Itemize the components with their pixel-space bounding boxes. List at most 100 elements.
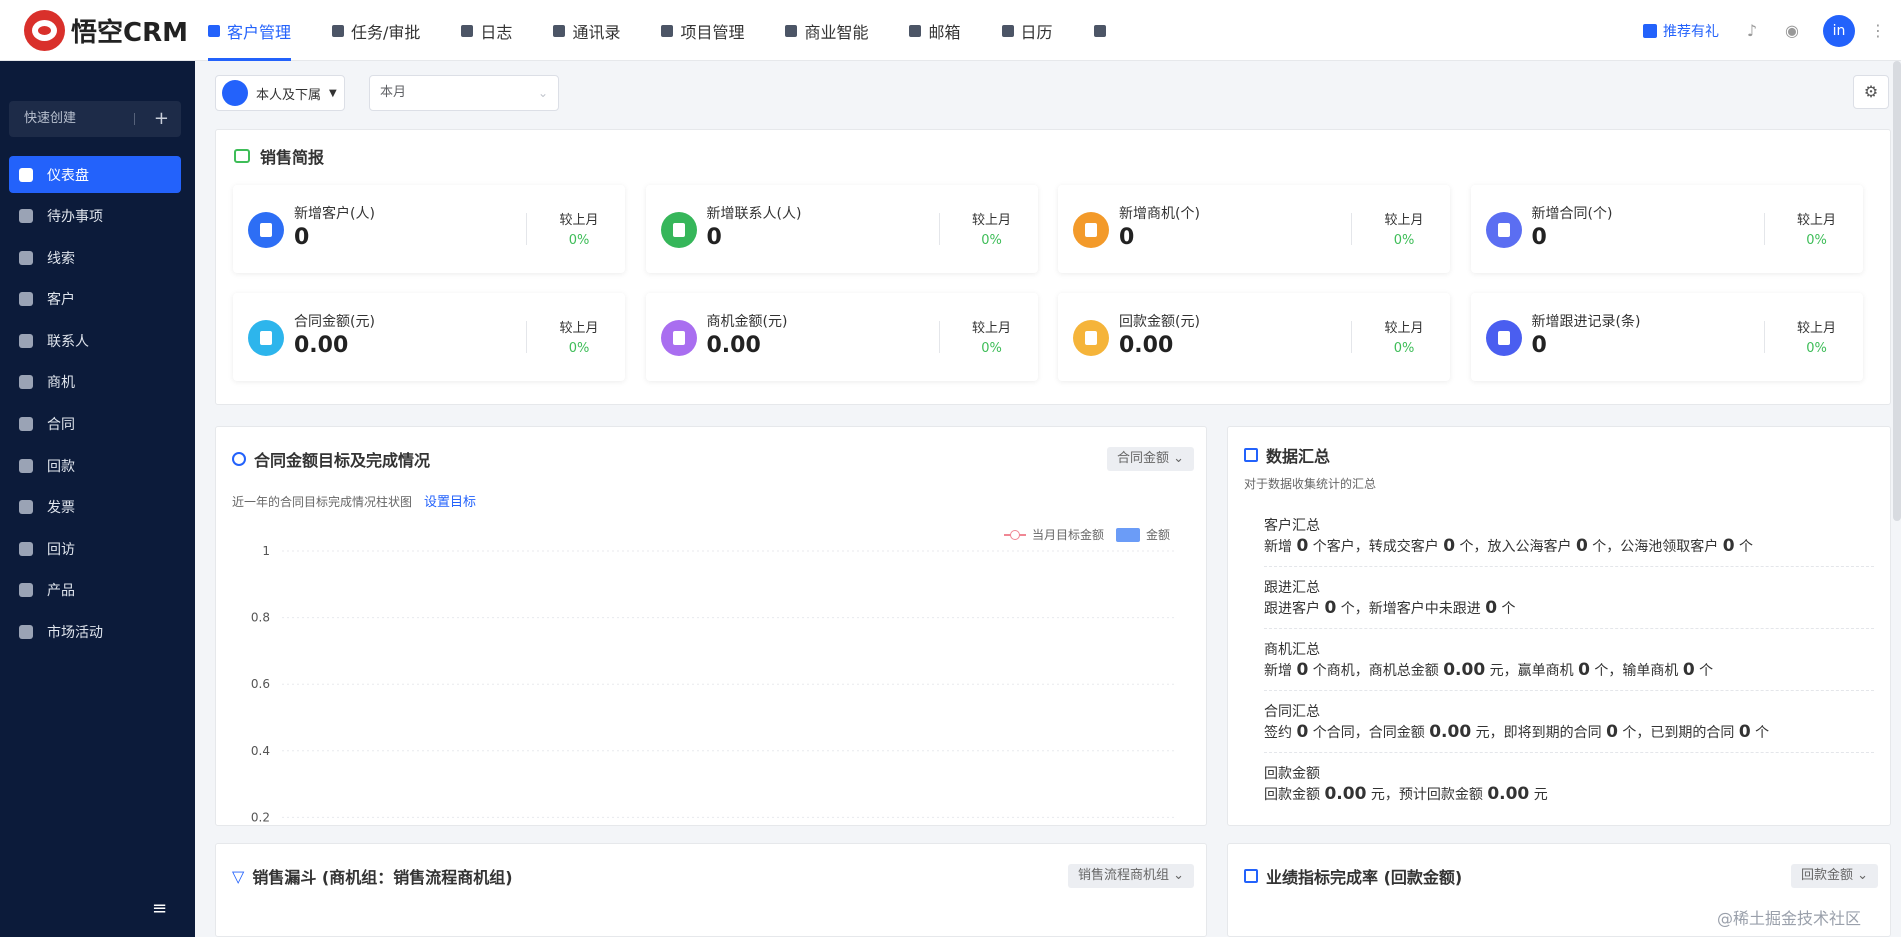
stat-change-percent: 0% — [981, 341, 1002, 356]
sidebar-item-home-visit[interactable]: 回访 — [9, 530, 181, 567]
nav-item-log[interactable]: 日志 — [461, 0, 512, 61]
referral-gift-link[interactable]: 推荐有礼 — [1643, 21, 1719, 41]
chevron-down-icon: ⌄ — [1173, 868, 1184, 883]
sidebar-item-chat-bubble[interactable]: 待办事项 — [9, 198, 181, 235]
nav-item-label: 通讯录 — [572, 22, 621, 42]
stat-change-percent: 0% — [1393, 233, 1415, 248]
summary-title-text: 数据汇总 — [1266, 447, 1331, 466]
stat-card[interactable]: 新增商机(个) 0 较上月 0% — [1058, 185, 1450, 273]
crosshair-icon — [232, 452, 246, 466]
nav-item-label: 任务/审批 — [351, 22, 421, 42]
chat-bubble-icon — [19, 209, 33, 224]
sidebar-item-dashboard[interactable]: 仪表盘 — [9, 156, 181, 193]
stat-card[interactable]: 商机金额(元) 0.00 较上月 0% — [645, 293, 1038, 381]
sidebar-item-invoice[interactable]: 发票 — [9, 489, 181, 526]
building-icon — [19, 292, 33, 307]
nav-item-calendar[interactable]: 日历 — [1001, 0, 1053, 61]
sidebar-item-dollar-circle[interactable]: 商机 — [9, 364, 181, 401]
contract-icon — [19, 417, 33, 432]
stat-change-percent: 0% — [1806, 233, 1827, 248]
sidebar-item-label: 产品 — [47, 583, 75, 600]
sidebar-item-product-box[interactable]: 产品 — [9, 572, 181, 609]
collapse-sidebar-icon[interactable]: ≡ — [152, 898, 167, 919]
funnel-group-dropdown[interactable]: 销售流程商机组 ⌄ — [1067, 864, 1194, 888]
stat-compare-label: 较上月 — [1384, 321, 1424, 336]
stat-compare-label: 较上月 — [1384, 213, 1424, 228]
contract-chart-title-text: 合同金额目标及完成情况 — [254, 451, 431, 470]
stat-change-percent: 0% — [981, 233, 1002, 248]
chevron-down-icon: ⌄ — [1173, 451, 1184, 466]
stat-card[interactable]: 新增客户(人) 0 较上月 0% — [233, 185, 625, 273]
stat-card[interactable]: 回款金额(元) 0.00 较上月 0% — [1058, 293, 1450, 381]
stat-divider — [938, 213, 940, 245]
sales-brief-title-text: 销售简报 — [260, 148, 325, 167]
summary-block: 客户汇总 新增 0 个客户，转成交客户 0 个，放入公海客户 0 个，公海池领取客… — [1264, 505, 1874, 567]
sidebar-item-contact-card[interactable]: 联系人 — [9, 322, 181, 359]
summary-text: 个 — [1694, 663, 1714, 679]
nav-item-mail[interactable]: 邮箱 — [909, 0, 961, 61]
quick-create-button[interactable]: 快速创建 + — [9, 101, 181, 137]
stat-icon — [248, 320, 284, 356]
stat-change-percent: 0% — [1393, 341, 1415, 356]
sidebar-item-leads[interactable]: 线索 — [9, 239, 181, 276]
summary-text: 元，预计回款金额 — [1366, 787, 1488, 803]
grid-apps-icon — [1093, 24, 1106, 37]
nav-item-phone-book[interactable]: 通讯录 — [553, 0, 620, 61]
sidebar-item-money-bag[interactable]: 回款 — [9, 447, 181, 484]
nav-item-customer-doc[interactable]: 客户管理 — [208, 0, 292, 61]
nav-item-briefcase[interactable]: 任务/审批 — [332, 0, 420, 61]
settings-gear-icon[interactable]: ⚙ — [1853, 75, 1889, 109]
customer-doc-icon — [208, 24, 220, 37]
sidebar-item-label: 回访 — [47, 541, 75, 558]
bell-icon[interactable]: ◉ — [1783, 21, 1801, 40]
stat-label: 合同金额(元) — [294, 314, 375, 330]
set-target-link[interactable]: 设置目标 — [424, 491, 476, 510]
calendar-icon — [1001, 24, 1014, 37]
summary-number: 0 — [1682, 660, 1695, 680]
summary-text: 个，输单商机 — [1589, 663, 1683, 679]
scope-filter-dropdown[interactable]: 本人及下属 ▼ — [215, 75, 345, 111]
stat-value: 0 — [1531, 333, 1547, 358]
stat-divider — [1351, 213, 1352, 245]
stat-icon — [1485, 212, 1522, 248]
speaker-icon[interactable]: ♪ — [1743, 21, 1761, 40]
page-scrollbar[interactable] — [1893, 61, 1901, 521]
data-summary-card: 数据汇总 对于数据收集统计的汇总 客户汇总 新增 0 个客户，转成交客户 0 个，… — [1227, 426, 1891, 826]
summary-text: 个，新增客户中未跟进 — [1336, 601, 1486, 617]
nav-item-list[interactable]: 项目管理 — [661, 0, 744, 61]
nav-item-apps[interactable] — [1093, 0, 1113, 61]
stat-card[interactable]: 合同金额(元) 0.00 较上月 0% — [233, 293, 625, 381]
grid-menu-icon[interactable]: ⋮ — [1869, 21, 1887, 40]
summary-text: 个 — [1497, 601, 1516, 617]
main-nav: 客户管理 任务/审批 日志 通讯录 项目管理 商业智能 邮箱 日历 — [208, 0, 1154, 61]
summary-heading: 回款金额 — [1264, 766, 1320, 782]
stat-value: 0 — [294, 225, 310, 250]
summary-text: 签约 — [1264, 725, 1297, 741]
chevron-down-icon: ⌄ — [1857, 868, 1868, 883]
shield-chart-icon — [785, 24, 798, 37]
stat-value: 0 — [1531, 225, 1547, 250]
summary-number: 0.00 — [1487, 784, 1530, 804]
log-icon — [461, 24, 474, 37]
stat-card[interactable]: 新增联系人(人) 0 较上月 0% — [645, 185, 1038, 273]
sidebar-item-building[interactable]: 客户 — [9, 281, 181, 318]
app-logo[interactable]: 悟空CRM — [24, 10, 188, 51]
summary-subtitle: 对于数据收集统计的汇总 — [1244, 477, 1377, 491]
briefcase-icon — [332, 24, 345, 37]
logo-text: 悟空CRM — [71, 18, 188, 48]
summary-number: 0 — [1296, 660, 1309, 680]
summary-block: 回款金额 回款金额 0.00 元，预计回款金额 0.00 元 — [1264, 753, 1874, 815]
bar-chart-icon — [1244, 869, 1258, 883]
dashboard-main: 本人及下属 ▼ 本月 ⌄ ⚙ 销售简报 新增客户(人) 0 较上月 0% 新增联系人(人… — [195, 61, 1901, 937]
user-avatar[interactable]: in — [1823, 14, 1855, 47]
nav-item-shield-chart[interactable]: 商业智能 — [785, 0, 868, 61]
stat-card[interactable]: 新增合同(个) 0 较上月 0% — [1470, 185, 1863, 273]
contract-metric-dropdown[interactable]: 合同金额 ⌄ — [1106, 447, 1194, 471]
performance-metric-dropdown[interactable]: 回款金额 ⌄ — [1790, 864, 1878, 888]
stat-change-percent: 0% — [568, 233, 590, 248]
period-filter-select[interactable]: 本月 ⌄ — [369, 75, 559, 111]
stat-card[interactable]: 新增跟进记录(条) 0 较上月 0% — [1470, 293, 1863, 381]
stat-divider — [526, 321, 527, 353]
sidebar-item-paper-plane[interactable]: 市场活动 — [9, 614, 181, 651]
sidebar-item-contract[interactable]: 合同 — [9, 406, 181, 443]
